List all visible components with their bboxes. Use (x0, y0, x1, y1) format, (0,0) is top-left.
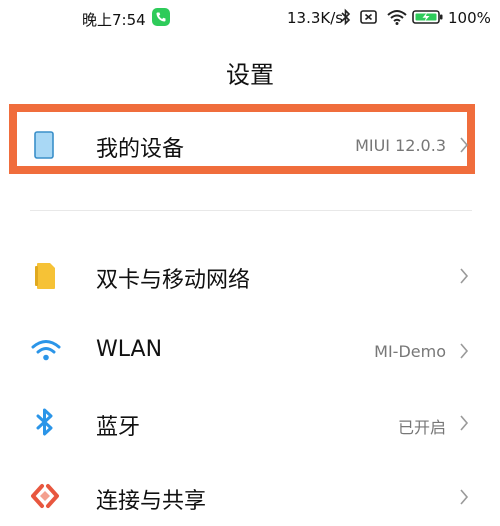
battery-charging-icon (412, 8, 444, 30)
settings-row-bluetooth[interactable]: 蓝牙 已开启 (0, 392, 500, 452)
battery-percentage: 100% (448, 9, 491, 27)
settings-row-connection-sharing[interactable]: 连接与共享 (0, 466, 500, 526)
chevron-right-icon (458, 487, 470, 511)
status-time: 晚上7:54 (82, 11, 146, 29)
device-icon (34, 131, 54, 163)
status-bar: 晚上7:54 13.3K/s 100% (0, 0, 500, 40)
row-label-my-device: 我的设备 (96, 137, 185, 162)
chevron-right-icon (458, 266, 470, 290)
settings-row-sim-network[interactable]: 双卡与移动网络 (0, 246, 500, 306)
bluetooth-status-icon (341, 8, 351, 30)
wifi-icon (31, 338, 61, 366)
no-sim-icon (359, 8, 379, 30)
row-label-wlan: WLAN (96, 337, 163, 362)
wifi-status-icon (386, 8, 408, 30)
settings-row-my-device[interactable]: 我的设备 MIUI 12.0.3 (0, 114, 500, 174)
section-divider (30, 210, 472, 211)
chevron-right-icon (458, 341, 470, 365)
bluetooth-icon (36, 407, 54, 441)
row-label-bluetooth: 蓝牙 (96, 415, 141, 440)
settings-row-wlan[interactable]: WLAN MI-Demo (0, 320, 500, 380)
chevron-right-icon (458, 135, 470, 159)
row-value-bluetooth-status: 已开启 (397, 418, 446, 437)
phone-call-icon (152, 8, 170, 26)
page-title: 设置 (226, 61, 274, 89)
share-icon (30, 482, 60, 514)
chevron-right-icon (458, 413, 470, 437)
row-label-connection-sharing: 连接与共享 (96, 489, 207, 514)
row-value-wifi-network: MI-Demo (374, 342, 446, 361)
row-label-sim-network: 双卡与移动网络 (96, 268, 251, 293)
row-value-miui-version: MIUI 12.0.3 (355, 136, 446, 155)
sim-card-icon (33, 262, 57, 294)
network-speed: 13.3K/s (287, 9, 344, 27)
